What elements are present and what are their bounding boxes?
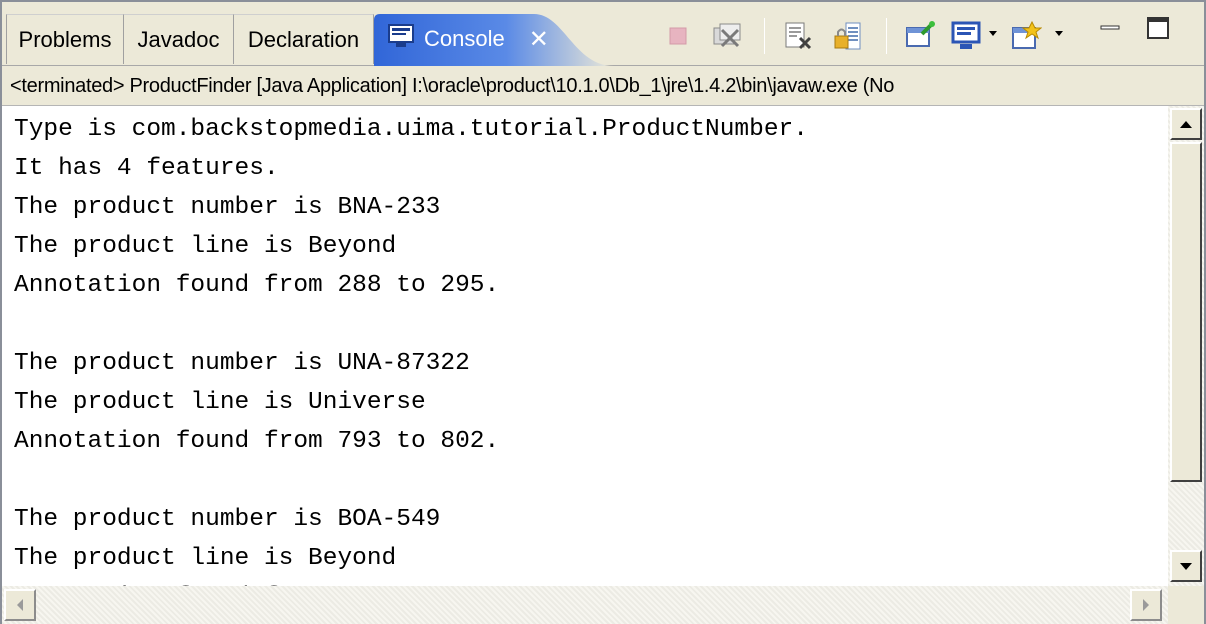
chevron-down-icon[interactable] — [986, 26, 1000, 40]
tab-javadoc[interactable]: Javadoc — [124, 14, 234, 64]
console-line: The product line is Beyond — [14, 233, 397, 260]
console-line: Annotation found from 1158 to 1165. — [14, 578, 529, 586]
console-line: Annotation found from 288 to 295. — [14, 272, 500, 299]
console-line: It has 4 features. — [14, 155, 279, 182]
scroll-lock-icon[interactable] — [828, 16, 868, 56]
scroll-down-button[interactable] — [1170, 550, 1202, 582]
scroll-right-button[interactable] — [1130, 589, 1162, 621]
horizontal-scrollbar[interactable] — [2, 586, 1168, 624]
arrow-up-icon — [1180, 121, 1192, 128]
clear-console-icon[interactable] — [778, 16, 818, 56]
arrow-down-icon — [1180, 563, 1192, 570]
minimize-icon[interactable] — [1090, 8, 1130, 48]
console-line: The product number is BNA-233 — [14, 194, 441, 221]
tab-problems[interactable]: Problems — [6, 14, 124, 64]
vertical-scroll-thumb[interactable] — [1170, 142, 1202, 482]
tab-declaration[interactable]: Declaration — [234, 14, 374, 64]
console-line: Type is com.backstopmedia.uima.tutorial.… — [14, 116, 808, 143]
close-tab-icon[interactable]: ✕ — [529, 25, 549, 54]
chevron-down-icon[interactable] — [1052, 26, 1066, 40]
launch-status-line: <terminated> ProductFinder [Java Applica… — [2, 66, 1204, 106]
toolbar-separator — [764, 18, 765, 54]
scroll-left-button[interactable] — [4, 589, 36, 621]
maximize-icon[interactable] — [1138, 8, 1178, 48]
console-icon — [388, 24, 414, 54]
tab-console[interactable]: Console ✕ — [374, 14, 614, 66]
console-view: Problems Javadoc Declaration Console ✕ <… — [0, 0, 1206, 624]
vertical-scrollbar[interactable] — [1168, 106, 1204, 586]
console-output[interactable]: Type is com.backstopmedia.uima.tutorial.… — [2, 106, 1168, 586]
open-console-icon[interactable] — [1006, 16, 1046, 56]
scrollbar-corner — [1168, 586, 1204, 624]
toolbar-separator — [886, 18, 887, 54]
console-line: Annotation found from 793 to 802. — [14, 428, 500, 455]
console-line: The product number is UNA-87322 — [14, 350, 470, 377]
scroll-up-button[interactable] — [1170, 108, 1202, 140]
arrow-right-icon — [1143, 599, 1149, 611]
console-line: The product number is BOA-549 — [14, 506, 441, 533]
console-line: The product line is Universe — [14, 389, 426, 416]
terminate-icon[interactable] — [658, 16, 698, 56]
tab-console-label: Console — [424, 26, 505, 51]
console-line: The product line is Beyond — [14, 545, 397, 572]
arrow-left-icon — [17, 599, 23, 611]
remove-launches-icon[interactable] — [708, 16, 748, 56]
view-tab-bar: Problems Javadoc Declaration Console ✕ — [2, 2, 1204, 66]
pin-console-icon[interactable] — [900, 16, 940, 56]
display-console-icon[interactable] — [946, 16, 986, 56]
